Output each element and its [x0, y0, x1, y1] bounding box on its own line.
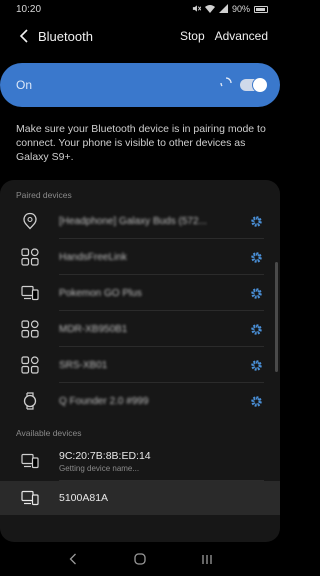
phone-tablet-icon — [20, 283, 40, 303]
paired-device-row[interactable]: SRS-XB01 — [0, 347, 280, 383]
gear-icon[interactable] — [248, 285, 264, 301]
gear-icon[interactable] — [248, 321, 264, 337]
paired-device-row[interactable]: HandsFreeLink — [0, 239, 280, 275]
device-texts: 9C:20:7B:8B:ED:14 Getting device name... — [59, 450, 280, 473]
devices-panel: Paired devices [Headphone] Galaxy Buds (… — [0, 180, 280, 542]
app-bar: Bluetooth Stop Advanced — [0, 22, 280, 50]
back-button[interactable] — [12, 22, 36, 50]
nav-back-button[interactable] — [63, 549, 83, 569]
bluetooth-generic-icon — [20, 355, 40, 375]
available-device-row[interactable]: 5100A81A — [0, 481, 280, 515]
nav-recents-button[interactable] — [197, 549, 217, 569]
device-name: Q Founder 2.0 #999 — [59, 395, 149, 407]
advanced-button[interactable]: Advanced — [215, 29, 268, 43]
status-bar: 10:20 90% — [0, 0, 280, 18]
paired-device-row[interactable]: MDR-XB950B1 — [0, 311, 280, 347]
device-status: Getting device name... — [59, 463, 140, 473]
page-title: Bluetooth — [38, 28, 93, 44]
bluetooth-toggle-label: On — [16, 78, 33, 92]
earbud-icon — [20, 211, 40, 231]
device-name: Pokemon GO Plus — [59, 287, 142, 299]
scanning-spinner-icon — [220, 76, 232, 94]
watch-icon — [20, 391, 40, 411]
status-icons: 90% — [192, 3, 268, 15]
signal-icon — [218, 3, 228, 15]
bluetooth-generic-icon — [20, 247, 40, 267]
bluetooth-toggle-switch[interactable] — [240, 77, 268, 93]
device-name: MDR-XB950B1 — [59, 323, 128, 335]
gear-icon[interactable] — [248, 357, 264, 373]
recents-icon — [201, 554, 212, 564]
bluetooth-generic-icon — [20, 319, 40, 339]
gear-icon[interactable] — [248, 249, 264, 265]
gear-icon[interactable] — [248, 213, 264, 229]
device-name: 5100A81A — [59, 492, 109, 504]
available-device-row[interactable]: 9C:20:7B:8B:ED:14 Getting device name... — [0, 441, 280, 481]
status-time: 10:20 — [16, 3, 42, 15]
battery-text: 90% — [231, 4, 250, 14]
paired-devices-header: Paired devices — [16, 190, 72, 200]
device-name: SRS-XB01 — [59, 359, 108, 371]
pairing-info-text: Make sure your Bluetooth device is in pa… — [16, 123, 266, 163]
device-texts: 5100A81A — [59, 492, 280, 504]
wifi-icon — [204, 4, 215, 15]
device-name: 9C:20:7B:8B:ED:14 — [59, 449, 151, 462]
toggle-knob — [252, 77, 268, 93]
mute-icon — [192, 4, 202, 15]
chevron-left-icon — [19, 29, 28, 43]
nav-home-button[interactable] — [130, 549, 150, 569]
device-name: HandsFreeLink — [59, 251, 127, 263]
bluetooth-toggle-card[interactable]: On — [0, 63, 280, 107]
scrollbar[interactable] — [275, 262, 278, 372]
stop-button[interactable]: Stop — [180, 29, 205, 43]
nav-back-icon — [69, 553, 77, 565]
paired-device-row[interactable]: Pokemon GO Plus — [0, 275, 280, 311]
paired-device-row[interactable]: Q Founder 2.0 #999 — [0, 383, 280, 419]
gear-icon[interactable] — [248, 393, 264, 409]
available-devices-header: Available devices — [16, 428, 82, 438]
phone-tablet-icon — [20, 451, 40, 471]
device-name: [Headphone] Galaxy Buds (572... — [59, 215, 207, 227]
home-icon — [134, 553, 146, 565]
paired-device-row[interactable]: [Headphone] Galaxy Buds (572... — [0, 203, 280, 239]
battery-icon — [254, 5, 268, 13]
nav-bar — [0, 542, 280, 576]
phone-tablet-icon — [20, 488, 40, 508]
